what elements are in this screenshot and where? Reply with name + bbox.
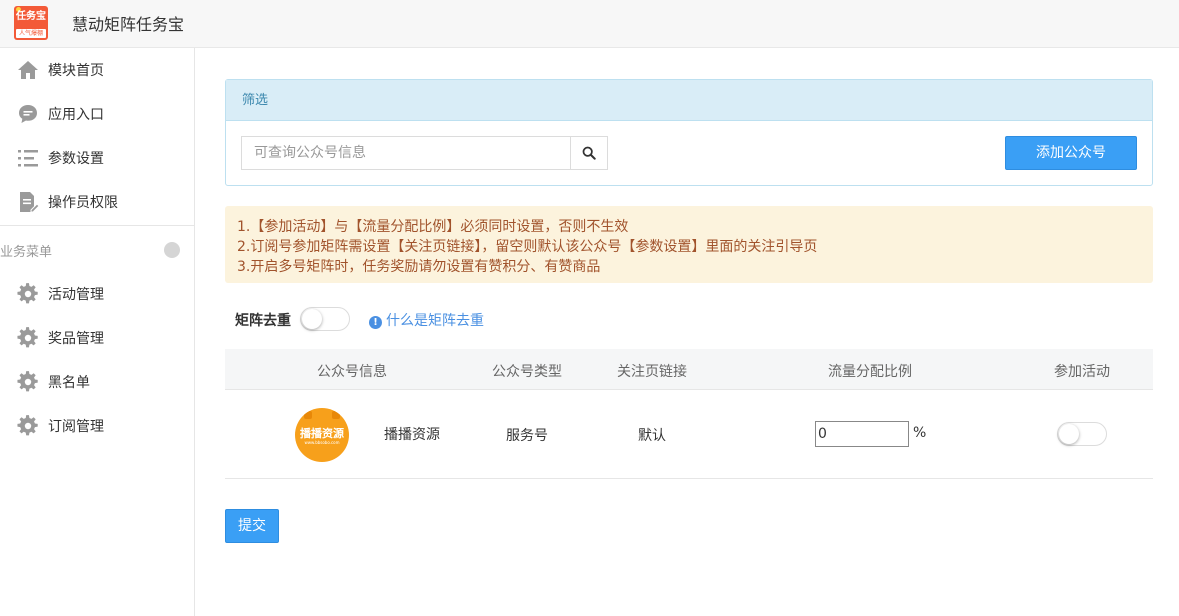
gear-icon — [17, 415, 38, 436]
home-icon — [18, 61, 38, 79]
avatar-text: 播播资源 — [300, 427, 344, 440]
traffic-ratio-input[interactable] — [815, 421, 909, 447]
sidebar-item-label: 模块首页 — [48, 63, 104, 79]
column-header-account-type: 公众号类型 — [492, 364, 562, 380]
add-account-button[interactable]: 添加公众号 — [1005, 136, 1137, 170]
notice-box: 1.【参加活动】与【流量分配比例】必须同时设置，否则不生效 2.订阅号参加矩阵需… — [225, 206, 1153, 283]
avatar-ear — [332, 411, 340, 419]
sidebar: 模块首页 应用入口 参数设置 操作员权限 业务菜单 活动管理 奖品管理 黑名单 … — [0, 48, 195, 616]
account-name: 播播资源 — [384, 427, 440, 443]
table-header: 公众号信息 公众号类型 关注页链接 流量分配比例 参加活动 — [225, 349, 1153, 390]
sidebar-item-prize-management[interactable]: 奖品管理 — [0, 316, 194, 360]
list-settings-icon — [18, 150, 38, 167]
join-activity-toggle[interactable] — [1057, 422, 1107, 446]
dedup-help-link[interactable]: ! 什么是矩阵去重 — [369, 310, 484, 330]
sidebar-item-home[interactable]: 模块首页 — [0, 48, 194, 92]
ratio-unit: % — [913, 425, 927, 441]
search-button[interactable] — [570, 136, 608, 170]
sidebar-item-label: 活动管理 — [48, 287, 104, 303]
submit-button[interactable]: 提交 — [225, 509, 279, 543]
sidebar-section-label: 业务菜单 — [0, 245, 53, 260]
sidebar-item-settings[interactable]: 参数设置 — [0, 136, 194, 180]
sidebar-item-label: 奖品管理 — [48, 331, 104, 347]
sidebar-divider — [0, 225, 194, 226]
notice-line: 1.【参加活动】与【流量分配比例】必须同时设置，否则不生效 — [237, 219, 629, 235]
dedup-help-text: 什么是矩阵去重 — [386, 313, 484, 329]
top-header: 任务宝 人气爆棚 慧动矩阵任务宝 — [0, 0, 1179, 48]
sidebar-item-label: 订阅管理 — [48, 419, 104, 435]
info-icon: ! — [369, 316, 382, 329]
table-row: 播播资源 www.bbsobo.com 播播资源 服务号 默认 % — [225, 390, 1153, 479]
app-title: 慧动矩阵任务宝 — [72, 15, 185, 34]
gear-icon — [17, 283, 38, 304]
sidebar-item-label: 参数设置 — [48, 151, 104, 167]
follow-link-value: 默认 — [638, 428, 666, 444]
column-header-follow-link: 关注页链接 — [617, 364, 687, 380]
column-header-join-activity: 参加活动 — [1054, 364, 1110, 380]
dedup-label: 矩阵去重 — [235, 313, 291, 329]
column-header-traffic-ratio: 流量分配比例 — [828, 364, 912, 380]
document-edit-icon — [20, 192, 39, 213]
account-avatar: 播播资源 www.bbsobo.com — [295, 408, 349, 462]
sidebar-item-label: 黑名单 — [48, 375, 90, 391]
search-input[interactable] — [241, 136, 571, 170]
collapse-toggle-icon[interactable] — [164, 242, 180, 258]
sidebar-item-operator-permissions[interactable]: 操作员权限 — [0, 180, 194, 224]
filter-panel: 筛选 添加公众号 — [225, 79, 1153, 186]
filter-heading: 筛选 — [226, 80, 1152, 121]
logo-text: 任务宝 — [16, 11, 46, 22]
gear-icon — [17, 327, 38, 348]
gear-icon — [17, 371, 38, 392]
sidebar-item-blacklist[interactable]: 黑名单 — [0, 360, 194, 404]
search-icon — [582, 146, 596, 160]
sidebar-item-app-entry[interactable]: 应用入口 — [0, 92, 194, 136]
avatar-subtext: www.bbsobo.com — [304, 440, 340, 445]
sidebar-item-subscription-management[interactable]: 订阅管理 — [0, 404, 194, 448]
notice-line: 2.订阅号参加矩阵需设置【关注页链接】，留空则默认该公众号【参数设置】里面的关注… — [237, 239, 818, 255]
toggle-knob — [1059, 424, 1079, 444]
avatar-ear — [304, 411, 312, 419]
app-logo[interactable]: 任务宝 人气爆棚 — [14, 6, 48, 40]
toggle-knob — [302, 309, 322, 329]
dedup-toggle[interactable] — [300, 307, 350, 331]
column-header-account-info: 公众号信息 — [317, 364, 387, 380]
logo-subtext: 人气爆棚 — [16, 29, 46, 38]
sidebar-item-label: 操作员权限 — [48, 195, 118, 211]
notice-line: 3.开启多号矩阵时，任务奖励请勿设置有赞积分、有赞商品 — [237, 259, 601, 275]
account-type: 服务号 — [506, 428, 548, 444]
sidebar-item-label: 应用入口 — [48, 107, 104, 123]
sidebar-item-activity-management[interactable]: 活动管理 — [0, 272, 194, 316]
chat-bubble-icon — [19, 105, 37, 123]
